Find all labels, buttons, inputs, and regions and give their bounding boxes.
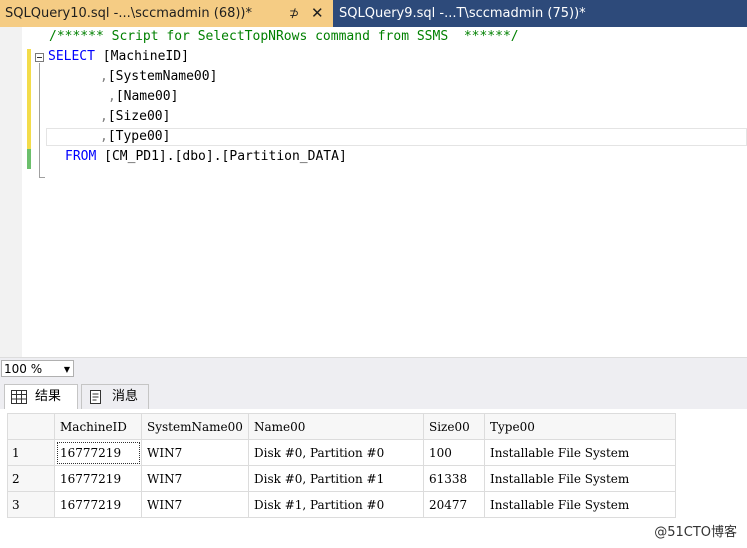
column-header[interactable]: MachineID [54, 413, 142, 440]
row-number[interactable]: 3 [7, 491, 55, 518]
column-header[interactable]: Type00 [484, 413, 676, 440]
table-row[interactable]: 3 16777219 WIN7 Disk #1, Partition #0 20… [7, 491, 676, 518]
code-line-col2: ,[SystemName00] [100, 69, 218, 84]
code-line-col4: ,[Size00] [100, 109, 171, 124]
keyword-select: SELECT [48, 49, 95, 64]
table-cell[interactable]: WIN7 [141, 439, 249, 466]
pin-icon[interactable]: ⊅ [289, 0, 299, 27]
table-cell[interactable]: Installable File System [484, 439, 676, 466]
column-size: [Size00] [107, 109, 171, 124]
row-number[interactable]: 1 [7, 439, 55, 466]
editor-status-bar: 100 % ▼ [0, 357, 747, 380]
column-header[interactable]: Name00 [248, 413, 424, 440]
collapse-icon[interactable] [35, 53, 44, 62]
chevron-down-icon: ▼ [63, 365, 70, 374]
table-cell[interactable]: 16777219 [54, 491, 142, 518]
zoom-dropdown[interactable]: 100 % ▼ [1, 360, 74, 377]
column-type: [Type00] [107, 129, 171, 144]
table-cell[interactable]: Disk #0, Partition #1 [248, 465, 424, 492]
column-header[interactable]: SystemName00 [141, 413, 249, 440]
fold-line-end [39, 177, 45, 178]
table-cell[interactable]: WIN7 [141, 465, 249, 492]
column-systemname: [SystemName00] [107, 69, 218, 84]
keyword-from: FROM [65, 149, 97, 164]
tab-sqlquery10[interactable]: SQLQuery10.sql -...\sccmadmin (68))* ⊅ ✕ [0, 0, 333, 27]
header-row: MachineID SystemName00 Name00 Size00 Typ… [7, 413, 676, 440]
code-line-col5: ,[Type00] [100, 129, 171, 144]
table-cell[interactable]: 100 [423, 439, 485, 466]
query-editor[interactable]: /****** Script for SelectTopNRows comman… [0, 27, 747, 357]
column-name: [Name00] [115, 89, 179, 104]
table-cell[interactable]: 20477 [423, 491, 485, 518]
row-number[interactable]: 2 [7, 465, 55, 492]
tab-messages[interactable]: 消息 [81, 384, 149, 409]
table-name: [CM_PD1].[dbo].[Partition_DATA] [104, 149, 347, 164]
tab-results-label: 结果 [35, 389, 62, 404]
table-cell[interactable]: 61338 [423, 465, 485, 492]
tab-title: SQLQuery9.sql -...T\sccmadmin (75))* [339, 6, 586, 21]
column-header[interactable]: Size00 [423, 413, 485, 440]
row-number-header[interactable] [7, 413, 55, 440]
tab-messages-label: 消息 [112, 389, 139, 404]
code-line-from: FROM [CM_PD1].[dbo].[Partition_DATA] [65, 147, 347, 167]
table-cell[interactable]: WIN7 [141, 491, 249, 518]
table-cell[interactable]: 16777219 [54, 439, 142, 466]
code-line-select: SELECT [MachineID] [48, 47, 189, 67]
tab-sqlquery9[interactable]: SQLQuery9.sql -...T\sccmadmin (75))* [333, 0, 613, 27]
column-machineid: [MachineID] [102, 49, 189, 64]
results-table: MachineID SystemName00 Name00 Size00 Typ… [7, 413, 676, 518]
table-cell[interactable]: 16777219 [54, 465, 142, 492]
table-row[interactable]: 1 16777219 WIN7 Disk #0, Partition #0 10… [7, 439, 676, 466]
results-grid[interactable]: MachineID SystemName00 Name00 Size00 Typ… [0, 409, 747, 548]
table-cell[interactable]: Disk #0, Partition #0 [248, 439, 424, 466]
zoom-value: 100 % [4, 362, 43, 376]
table-cell[interactable]: Disk #1, Partition #0 [248, 491, 424, 518]
fold-line [39, 63, 40, 177]
code-text: /****** Script for SelectTopNRows comman… [0, 27, 519, 207]
tab-results[interactable]: 结果 [4, 384, 78, 409]
tab-title: SQLQuery10.sql -...\sccmadmin (68))* [5, 6, 252, 21]
watermark: @51CTO博客 [654, 525, 737, 540]
table-cell[interactable]: Installable File System [484, 465, 676, 492]
code-line-col3: ,[Name00] [108, 89, 179, 104]
close-icon[interactable]: ✕ [311, 0, 324, 27]
document-tab-strip: SQLQuery10.sql -...\sccmadmin (68))* ⊅ ✕… [0, 0, 747, 27]
table-cell[interactable]: Installable File System [484, 491, 676, 518]
results-tab-strip: 结果 消息 [0, 379, 747, 410]
code-comment: /****** Script for SelectTopNRows comman… [49, 29, 519, 44]
table-row[interactable]: 2 16777219 WIN7 Disk #0, Partition #1 61… [7, 465, 676, 492]
